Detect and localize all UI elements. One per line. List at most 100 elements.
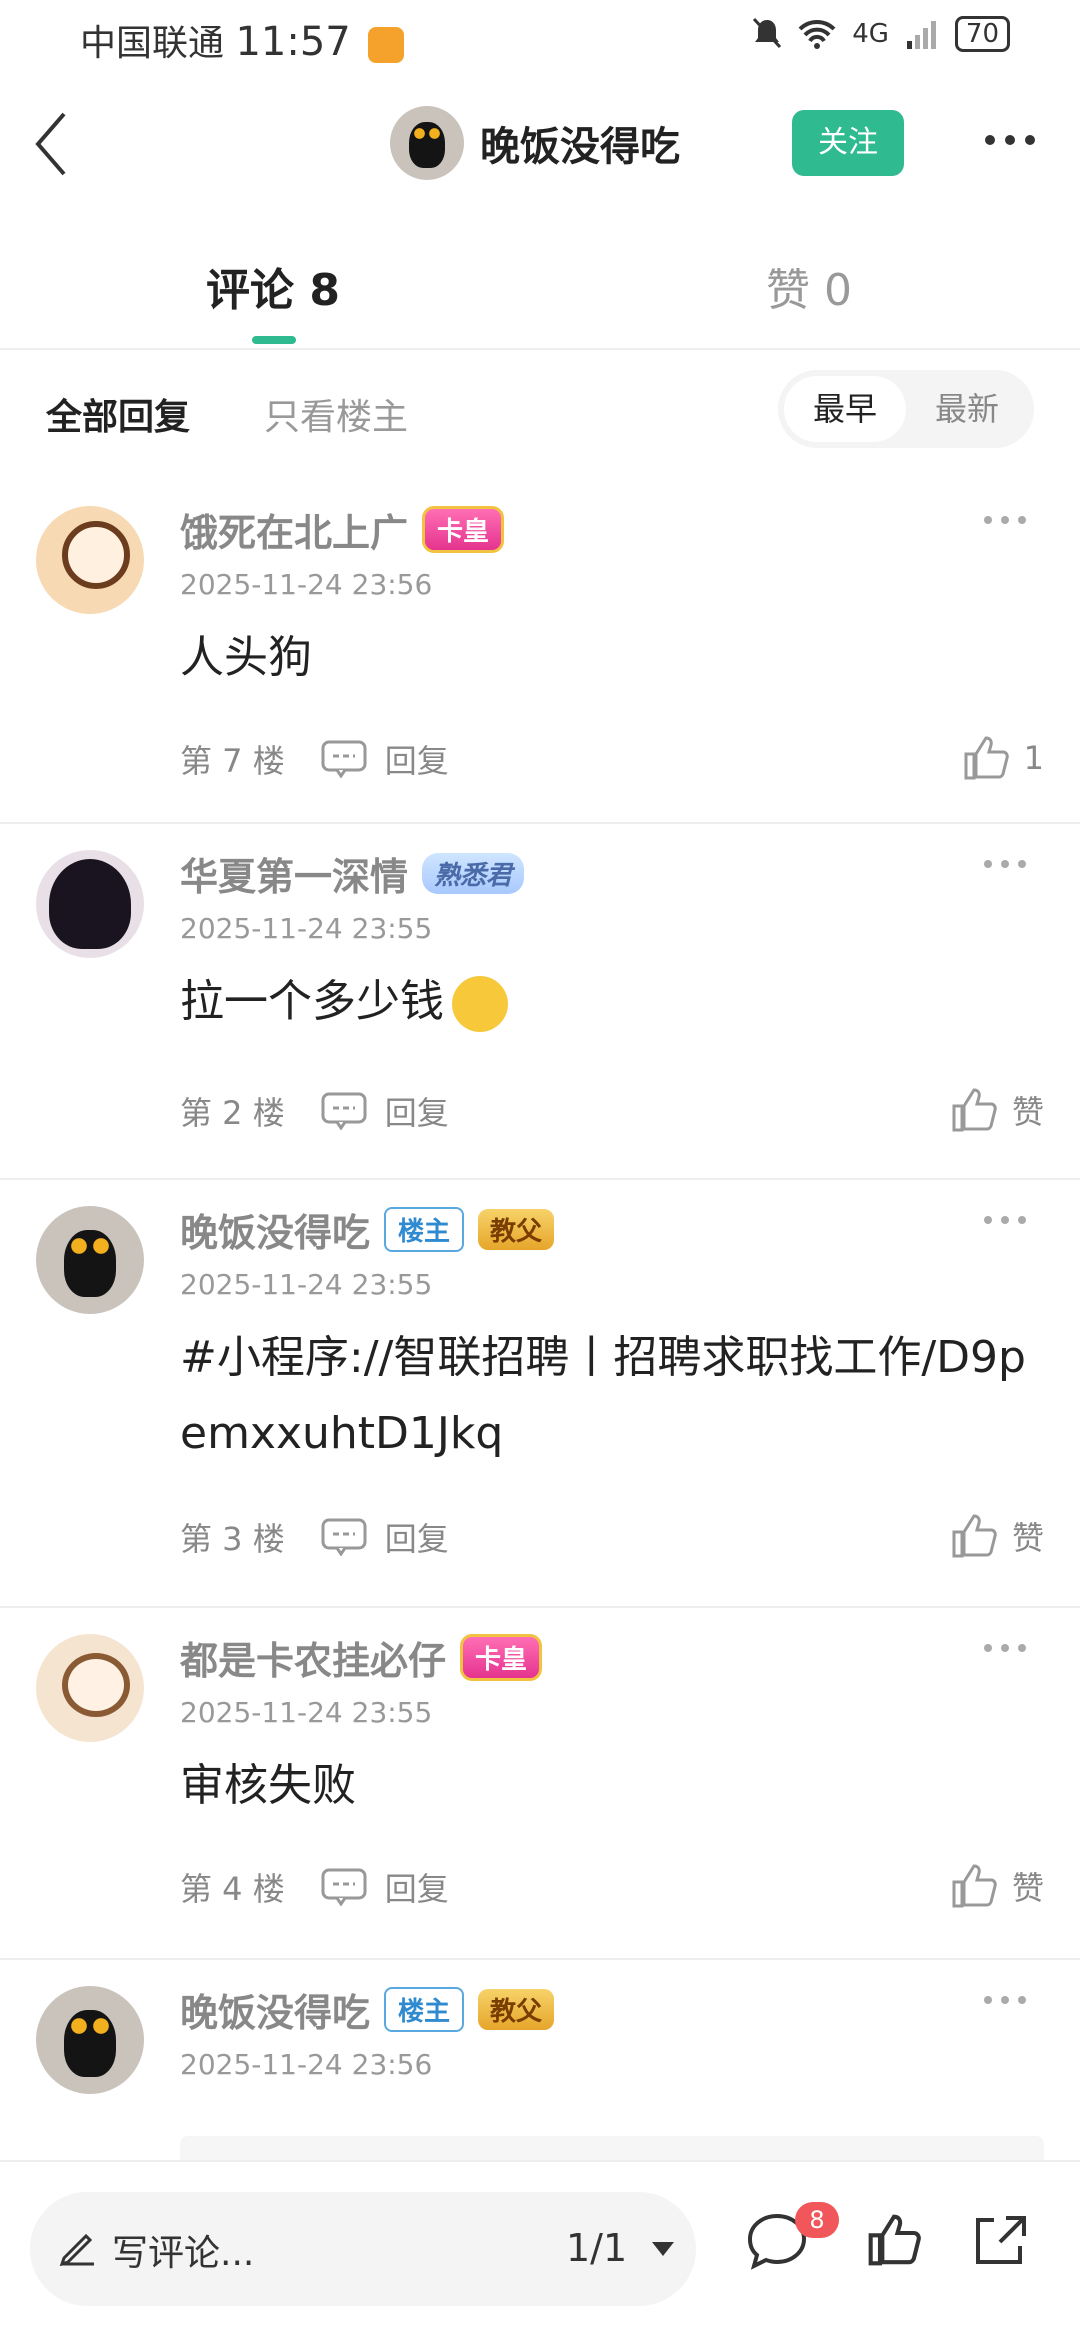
comment-username[interactable]: 都是卡农挂必仔 — [180, 1630, 446, 1685]
back-arrow-icon[interactable] — [24, 104, 84, 184]
comment-text-body: 拉一个多少钱 — [180, 976, 444, 1027]
reply-label: 回复 — [384, 742, 449, 780]
signal-icon — [906, 21, 936, 49]
user-avatar[interactable] — [36, 506, 144, 614]
comment-time: 2025-11-24 23:55 — [180, 1696, 433, 1729]
level-badge: 教父 — [478, 1209, 555, 1250]
reply-filters: 全部回复 只看楼主 最早 最新 — [0, 370, 1080, 470]
comment-more-icon[interactable] — [980, 1990, 1030, 2010]
comment-username[interactable]: 饿死在北上广 — [180, 502, 408, 557]
battery-level: 70 — [954, 16, 1010, 52]
comment-item: 都是卡农挂必仔 卡皇 2025-11-24 23:55 审核失败 第 4 楼 回… — [0, 1608, 1080, 1960]
clock: 11:57 — [235, 19, 351, 65]
level-badge: 卡皇 — [422, 506, 505, 553]
reply-icon — [321, 1518, 367, 1556]
thumbs-up-icon — [952, 1864, 997, 1908]
comment-more-icon[interactable] — [980, 854, 1030, 874]
filter-op-only[interactable]: 只看楼主 — [264, 388, 408, 440]
tab-indicator — [252, 336, 296, 344]
reply-label: 回复 — [384, 1870, 449, 1908]
page-indicator[interactable]: 1/1 — [566, 2226, 627, 2270]
comment-time: 2025-11-24 23:55 — [180, 1268, 433, 1301]
sort-latest[interactable]: 最新 — [906, 376, 1028, 442]
reply-button[interactable]: 回复 — [321, 736, 449, 782]
author-name[interactable]: 晚饭没得吃 — [480, 114, 680, 172]
reply-icon — [321, 1868, 367, 1906]
bell-muted-icon — [753, 17, 782, 49]
grimace-emoji-icon — [452, 976, 508, 1032]
thumbs-up-icon — [952, 1088, 997, 1132]
dropdown-triangle-icon[interactable] — [650, 2240, 676, 2258]
floor-number: 第 2 楼 — [180, 1094, 285, 1132]
comment-time: 2025-11-24 23:55 — [180, 912, 433, 945]
like-label: 赞 — [1011, 1093, 1044, 1131]
op-tag: 楼主 — [384, 1207, 465, 1252]
reply-button[interactable]: 回复 — [321, 1088, 449, 1134]
level-badge: 熟悉君 — [422, 853, 525, 894]
comment-item: 晚饭没得吃 楼主 教父 2025-11-24 23:56 — [0, 1960, 1080, 2166]
comment-footer: 第 4 楼 回复 — [180, 1864, 449, 1910]
comment-footer: 第 2 楼 回复 — [180, 1088, 449, 1134]
post-author[interactable]: 晚饭没得吃 — [390, 106, 680, 180]
comment-text: 审核失败 — [180, 1760, 356, 1811]
like-label: 赞 — [1011, 1869, 1044, 1907]
reply-label: 回复 — [384, 1520, 449, 1558]
user-avatar[interactable] — [36, 1986, 144, 2094]
comment-item: 华夏第一深情 熟悉君 2025-11-24 23:55 拉一个多少钱 第 2 楼… — [0, 824, 1080, 1180]
top-nav: 晚饭没得吃 关注 — [0, 80, 1080, 210]
comment-text: 人头狗 — [180, 632, 312, 683]
like-button[interactable]: 赞 — [950, 1862, 1044, 1910]
comment-time: 2025-11-24 23:56 — [180, 568, 433, 601]
thumbs-up-icon — [964, 736, 1009, 780]
comment-header: 都是卡农挂必仔 卡皇 — [180, 1630, 543, 1685]
comment-item: 晚饭没得吃 楼主 教父 2025-11-24 23:55 #小程序://智联招聘… — [0, 1180, 1080, 1608]
comment-text[interactable]: #小程序://智联招聘丨招聘求职找工作/D9pemxxuhtD1Jkq — [180, 1320, 1040, 1472]
comment-more-icon[interactable] — [980, 510, 1030, 530]
comment-count-badge: 8 — [795, 2202, 839, 2238]
comment-header: 饿死在北上广 卡皇 — [180, 502, 505, 557]
like-count: 1 — [1023, 739, 1044, 777]
notification-app-icon — [368, 27, 405, 63]
share-icon[interactable] — [970, 2212, 1028, 2270]
wifi-icon — [798, 19, 836, 49]
comment-username[interactable]: 晚饭没得吃 — [180, 1202, 370, 1257]
pen-icon — [59, 2233, 94, 2266]
comment-header: 晚饭没得吃 楼主 教父 — [180, 1982, 555, 2037]
filter-all-replies[interactable]: 全部回复 — [46, 388, 190, 440]
comment-more-icon[interactable] — [980, 1210, 1030, 1230]
comment-username[interactable]: 华夏第一深情 — [180, 846, 408, 901]
like-button[interactable]: 1 — [962, 734, 1044, 782]
more-options-icon[interactable] — [980, 120, 1040, 160]
user-avatar[interactable] — [36, 1206, 144, 1314]
follow-button[interactable]: 关注 — [792, 110, 904, 176]
write-comment-input[interactable]: 写评论... 1/1 — [30, 2192, 696, 2306]
author-avatar[interactable] — [390, 106, 464, 180]
thumbs-up-icon — [952, 1514, 997, 1558]
status-left: 中国联通 11:57 — [80, 14, 405, 66]
comment-time: 2025-11-24 23:56 — [180, 2048, 433, 2081]
comment-text: 拉一个多少钱 — [180, 964, 1040, 1040]
network-type: 4G — [852, 19, 889, 49]
like-label: 赞 — [1011, 1519, 1044, 1557]
floor-number: 第 7 楼 — [180, 742, 285, 780]
reply-button[interactable]: 回复 — [321, 1514, 449, 1560]
reply-icon — [321, 740, 367, 778]
bottom-bar: 写评论... 1/1 8 — [0, 2160, 1080, 2340]
like-button[interactable]: 赞 — [950, 1512, 1044, 1560]
tab-bar: 评论 8 赞 0 — [0, 230, 1080, 350]
comment-username[interactable]: 晚饭没得吃 — [180, 1982, 370, 2037]
comment-more-icon[interactable] — [980, 1638, 1030, 1658]
status-right: 4G 70 — [752, 16, 1010, 52]
user-avatar[interactable] — [36, 1634, 144, 1742]
comment-header: 晚饭没得吃 楼主 教父 — [180, 1202, 555, 1257]
sort-earliest[interactable]: 最早 — [784, 376, 906, 442]
like-button[interactable]: 赞 — [950, 1086, 1044, 1134]
tab-comments[interactable]: 评论 8 — [206, 254, 340, 318]
carrier-name: 中国联通 — [80, 23, 225, 64]
thumbs-up-icon[interactable] — [866, 2212, 922, 2268]
comment-header: 华夏第一深情 熟悉君 — [180, 846, 525, 901]
tab-likes[interactable]: 赞 0 — [766, 254, 852, 318]
user-avatar[interactable] — [36, 850, 144, 958]
reply-button[interactable]: 回复 — [321, 1864, 449, 1910]
status-bar: 中国联通 11:57 4G 70 — [0, 0, 1080, 72]
